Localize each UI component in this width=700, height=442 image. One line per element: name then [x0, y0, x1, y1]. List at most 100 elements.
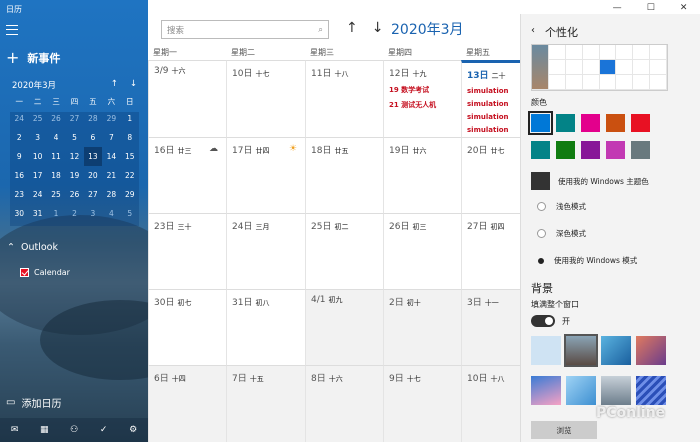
mini-day[interactable]: 27 — [84, 185, 102, 204]
day-cell[interactable]: 11日 十八 — [305, 60, 383, 137]
month-title[interactable]: 2020年3月 — [391, 19, 464, 39]
event-item[interactable]: simulation — [467, 113, 515, 121]
search-icon[interactable]: ⌕ — [318, 25, 323, 35]
mini-day[interactable]: 29 — [102, 109, 120, 128]
mini-day[interactable]: 25 — [47, 185, 65, 204]
event-item[interactable]: simulation — [467, 100, 515, 108]
background-thumbnail[interactable] — [601, 336, 631, 365]
day-cell[interactable]: 25日 初二 — [305, 213, 383, 289]
color-swatch[interactable] — [581, 114, 600, 132]
close-icon[interactable]: ✕ — [680, 3, 688, 13]
background-thumbnail-selected[interactable] — [564, 334, 598, 367]
people-icon[interactable]: ⚇ — [70, 425, 78, 435]
minimize-icon[interactable]: — — [613, 3, 622, 13]
background-thumbnail[interactable] — [636, 376, 666, 405]
maximize-icon[interactable]: ☐ — [647, 3, 655, 13]
mini-day[interactable]: 20 — [84, 166, 102, 185]
day-cell[interactable]: 19日 廿六 — [383, 137, 461, 213]
mini-day[interactable]: 3 — [84, 204, 102, 223]
mini-day[interactable]: 2 — [65, 204, 83, 223]
day-cell[interactable]: 4/1 初九 — [305, 289, 383, 365]
mini-day[interactable]: 11 — [47, 147, 65, 166]
day-cell[interactable]: 26日 初三 — [383, 213, 461, 289]
mini-day[interactable]: 26 — [65, 185, 83, 204]
background-thumbnail[interactable] — [636, 336, 666, 365]
event-item[interactable]: simulation — [467, 126, 515, 134]
day-cell[interactable]: 23日 三十 — [148, 213, 226, 289]
arrow-down-icon[interactable]: ↓ — [130, 79, 137, 91]
day-cell[interactable]: 6日 十四 — [148, 365, 226, 442]
day-cell[interactable]: 31日 初八 — [226, 289, 305, 365]
mini-day[interactable]: 9 — [10, 147, 28, 166]
mini-day[interactable]: 1 — [121, 109, 139, 128]
mini-day[interactable]: 19 — [65, 166, 83, 185]
mini-day[interactable]: 17 — [28, 166, 46, 185]
calendar-icon[interactable]: ▦ — [40, 425, 49, 435]
mini-day[interactable]: 16 — [10, 166, 28, 185]
day-cell[interactable]: 2日 初十 — [383, 289, 461, 365]
event-item[interactable]: 19 数学考试 — [389, 85, 456, 95]
day-cell[interactable]: 8日 十六 — [305, 365, 383, 442]
day-cell[interactable]: 10日 十八 — [461, 365, 520, 442]
browse-button[interactable]: 浏览 — [531, 421, 597, 439]
color-swatch[interactable] — [531, 141, 550, 159]
day-cell[interactable]: 16日 廿三 ☁ — [148, 137, 226, 213]
event-item[interactable]: simulation — [467, 87, 515, 95]
mini-day[interactable]: 10 — [28, 147, 46, 166]
mini-day[interactable]: 28 — [102, 185, 120, 204]
mini-day[interactable]: 7 — [102, 128, 120, 147]
mini-day[interactable]: 14 — [102, 147, 120, 166]
radio-circle-icon[interactable] — [537, 229, 546, 238]
mini-day[interactable]: 15 — [121, 147, 139, 166]
mini-day[interactable]: 28 — [84, 109, 102, 128]
use-theme-color-option[interactable]: 使用我的 Windows 主题色 — [531, 172, 649, 190]
mini-day[interactable]: 8 — [121, 128, 139, 147]
color-swatch[interactable] — [556, 114, 575, 132]
event-item[interactable]: 21 测试无人机 — [389, 100, 456, 110]
mini-day[interactable]: 3 — [28, 128, 46, 147]
checkbox-checked-icon[interactable] — [20, 268, 29, 277]
color-swatch[interactable] — [606, 114, 625, 132]
background-thumbnail[interactable] — [601, 376, 631, 405]
mini-day[interactable]: 30 — [10, 204, 28, 223]
mini-day[interactable]: 22 — [121, 166, 139, 185]
arrow-up-icon[interactable]: ↑ — [346, 20, 358, 36]
calendar-toggle[interactable]: Calendar — [20, 268, 70, 277]
radio-circle-icon[interactable] — [538, 257, 544, 264]
mini-day[interactable]: 12 — [65, 147, 83, 166]
day-cell[interactable]: 17日 廿四 ☀ — [226, 137, 305, 213]
day-cell[interactable]: 7日 十五 — [226, 365, 305, 442]
day-cell[interactable]: 10日 十七 — [226, 60, 305, 137]
background-thumbnail[interactable] — [531, 336, 561, 365]
mini-day[interactable]: 1 — [47, 204, 65, 223]
mini-day[interactable]: 5 — [121, 204, 139, 223]
settings-icon[interactable]: ⚙ — [129, 425, 137, 435]
mini-day[interactable]: 29 — [121, 185, 139, 204]
mini-day[interactable]: 23 — [10, 185, 28, 204]
day-cell[interactable]: 20日 廿七 — [461, 137, 520, 213]
new-event-button[interactable]: + 新事件 — [6, 50, 60, 66]
background-thumbnail[interactable] — [531, 376, 561, 405]
day-cell[interactable]: 3日 十一 — [461, 289, 520, 365]
mini-day[interactable]: 27 — [65, 109, 83, 128]
mini-day[interactable]: 2 — [10, 128, 28, 147]
mini-day[interactable]: 5 — [65, 128, 83, 147]
background-thumbnail[interactable] — [566, 376, 596, 405]
color-swatch[interactable] — [631, 114, 650, 132]
mini-day[interactable]: 26 — [47, 109, 65, 128]
color-swatch[interactable] — [631, 141, 650, 159]
theme-color-swatch[interactable] — [531, 172, 550, 190]
color-swatch[interactable] — [581, 141, 600, 159]
day-cell[interactable]: 30日 初七 — [148, 289, 226, 365]
mode-radio[interactable]: 使用我的 Windows 模式 — [537, 255, 637, 266]
arrow-up-icon[interactable]: ↑ — [111, 79, 118, 91]
day-cell[interactable]: 24日 三月 — [226, 213, 305, 289]
mini-day[interactable]: 24 — [10, 109, 28, 128]
day-cell[interactable]: 12日 十九 19 数学考试 21 测试无人机 — [383, 60, 461, 137]
mini-day[interactable]: 4 — [47, 128, 65, 147]
mail-icon[interactable]: ✉ — [11, 425, 19, 435]
search-input[interactable]: 搜索 ⌕ — [161, 20, 329, 39]
mode-radio[interactable]: 浅色模式 — [537, 201, 586, 212]
arrow-down-icon[interactable]: ↓ — [372, 20, 384, 36]
day-cell-today[interactable]: 13日 二十 simulation simulation simulation simul… — [461, 60, 520, 137]
